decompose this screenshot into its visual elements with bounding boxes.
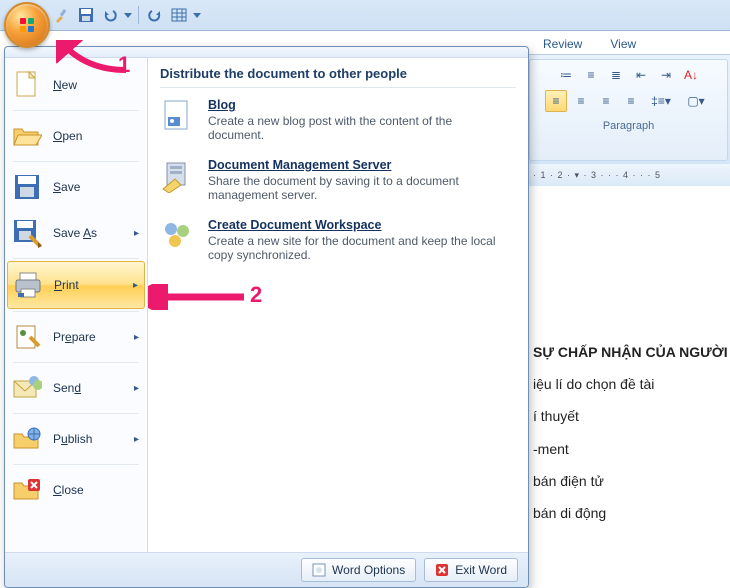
word-options-button[interactable]: Word Options xyxy=(301,558,416,582)
submenu-item-workspace[interactable]: Create Document Workspace Create a new s… xyxy=(160,218,516,262)
align-left-icon[interactable]: ≡ xyxy=(545,90,567,112)
doc-line: -ment xyxy=(533,433,730,465)
bullets-icon[interactable]: ≔ xyxy=(555,64,577,86)
decrease-indent-icon[interactable]: ⇤ xyxy=(630,64,652,86)
workspace-icon xyxy=(160,218,196,254)
undo-dropdown-icon[interactable] xyxy=(123,4,133,26)
submenu-item-blog[interactable]: Blog Create a new blog post with the con… xyxy=(160,98,516,142)
numbering-icon[interactable]: ≡ xyxy=(580,64,602,86)
menu-item-label: Print xyxy=(54,278,123,292)
ribbon-tabs: Review View xyxy=(527,30,730,54)
server-icon xyxy=(160,158,196,194)
doc-line: í thuyết xyxy=(533,400,730,432)
print-icon xyxy=(12,269,44,301)
redo-icon[interactable] xyxy=(144,4,166,26)
new-icon xyxy=(11,69,43,101)
blog-icon xyxy=(160,98,196,134)
ribbon-content: ≔ ≡ ≣ ⇤ ⇥ A↓ ≡ ≡ ≡ ≡ ‡≡▾ ▢▾ Paragraph xyxy=(527,54,730,166)
menu-item-label: Prepare xyxy=(53,330,124,344)
justify-icon[interactable]: ≡ xyxy=(620,90,642,112)
paragraph-group-label: Paragraph xyxy=(530,120,727,132)
exit-icon xyxy=(435,563,449,577)
document-body[interactable]: SỰ CHẤP NHẬN CỦA NGƯỜI iệu lí do chọn đề… xyxy=(527,186,730,588)
sort-icon[interactable]: A↓ xyxy=(680,64,702,86)
office-button[interactable] xyxy=(4,2,50,48)
menu-item-saveas[interactable]: Save As xyxy=(5,210,147,256)
submenu-title: Distribute the document to other people xyxy=(160,66,516,88)
paintbrush-icon[interactable] xyxy=(51,4,73,26)
button-label: Exit Word xyxy=(455,563,507,577)
quick-access-toolbar xyxy=(0,0,730,31)
submenu-item-title: Document Management Server xyxy=(208,158,508,172)
office-menu-footer: Word Options Exit Word xyxy=(5,552,528,587)
menu-item-print[interactable]: Print xyxy=(7,261,145,309)
menu-item-close[interactable]: Close xyxy=(5,467,147,513)
menu-item-label: Save xyxy=(53,180,141,194)
publish-icon xyxy=(11,423,43,455)
prepare-icon xyxy=(11,321,43,353)
doc-line: iệu lí do chọn đề tài xyxy=(533,368,730,400)
menu-item-label: Send xyxy=(53,381,124,395)
tab-view[interactable]: View xyxy=(606,34,640,54)
close-icon xyxy=(11,474,43,506)
office-menu: New Open Save Save As xyxy=(4,46,529,588)
submenu-item-desc: Create a new site for the document and k… xyxy=(208,234,508,262)
submenu-item-title: Create Document Workspace xyxy=(208,218,508,232)
submenu-item-desc: Create a new blog post with the content … xyxy=(208,114,508,142)
button-label: Word Options xyxy=(332,563,405,577)
doc-line: bán điện tử xyxy=(533,465,730,497)
shading-icon[interactable]: ▢▾ xyxy=(680,90,712,112)
menu-item-label: Save As xyxy=(53,226,124,240)
paragraph-group: ≔ ≡ ≣ ⇤ ⇥ A↓ ≡ ≡ ≡ ≡ ‡≡▾ ▢▾ Paragraph xyxy=(529,59,728,161)
undo-icon[interactable] xyxy=(99,4,121,26)
menu-item-new[interactable]: New xyxy=(5,62,147,108)
submenu-item-desc: Share the document by saving it to a doc… xyxy=(208,174,508,202)
menu-item-prepare[interactable]: Prepare xyxy=(5,314,147,360)
qat-dropdown-icon[interactable] xyxy=(192,4,202,26)
submenu-item-title: Blog xyxy=(208,98,508,112)
office-menu-left: New Open Save Save As xyxy=(5,58,148,552)
menu-item-publish[interactable]: Publish xyxy=(5,416,147,462)
menu-item-label: Close xyxy=(53,483,141,497)
menu-item-label: New xyxy=(53,78,141,92)
send-icon xyxy=(11,372,43,404)
save-icon[interactable] xyxy=(75,4,97,26)
multilevel-icon[interactable]: ≣ xyxy=(605,64,627,86)
align-center-icon[interactable]: ≡ xyxy=(570,90,592,112)
open-icon xyxy=(11,120,43,152)
menu-item-label: Publish xyxy=(53,432,124,446)
submenu-item-dms[interactable]: Document Management Server Share the doc… xyxy=(160,158,516,202)
tab-review[interactable]: Review xyxy=(539,34,586,54)
options-icon xyxy=(312,563,326,577)
exit-word-button[interactable]: Exit Word xyxy=(424,558,518,582)
menu-item-send[interactable]: Send xyxy=(5,365,147,411)
ruler: · 1 · 2 · ▾ · 3 · · · 4 · · · 5 xyxy=(527,164,730,187)
increase-indent-icon[interactable]: ⇥ xyxy=(655,64,677,86)
doc-line: bán di động xyxy=(533,497,730,529)
table-icon[interactable] xyxy=(168,4,190,26)
office-menu-right: Distribute the document to other people … xyxy=(148,58,528,552)
save-menu-icon xyxy=(11,171,43,203)
menu-item-open[interactable]: Open xyxy=(5,113,147,159)
saveas-icon xyxy=(11,217,43,249)
menu-item-save[interactable]: Save xyxy=(5,164,147,210)
line-spacing-icon[interactable]: ‡≡▾ xyxy=(645,90,677,112)
menu-item-label: Open xyxy=(53,129,141,143)
doc-line: SỰ CHẤP NHẬN CỦA NGƯỜI xyxy=(533,336,730,368)
align-right-icon[interactable]: ≡ xyxy=(595,90,617,112)
